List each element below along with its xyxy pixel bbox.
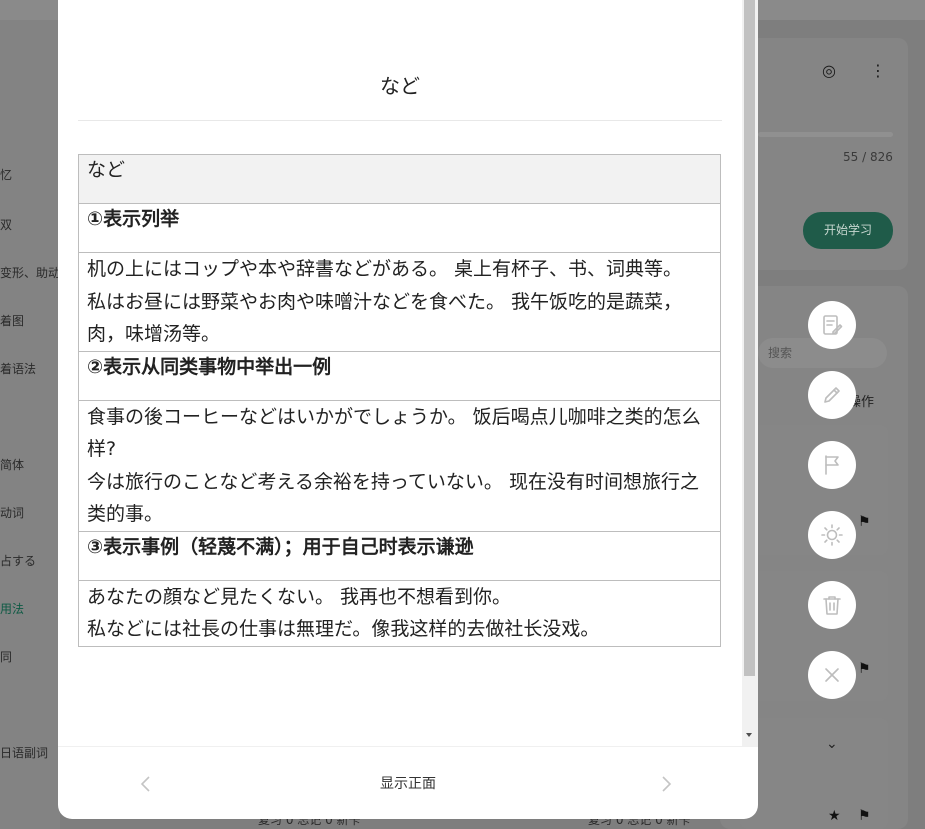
more-vertical-icon[interactable]: ⋮ [870,61,886,80]
example-sentence: あなたの顔など見たくない。 我再也不想看到你。 [87,585,512,608]
target-icon[interactable]: ◎ [822,61,836,80]
footer-divider [58,746,758,747]
flag-icon[interactable]: ⚑ [858,514,871,530]
example-sentence: 今は旅行のことなど考える余裕を持っていない。 现在没有时间想旅行之类的事。 [87,470,699,526]
example-sentence: 食事の後コーヒーなどはいかがでしょうか。 饭后喝点儿咖啡之类的怎么样? [87,405,701,461]
dictionary-entry-table: など ①表示列举 机の上にはコップや本や辞書などがある。 桌上有杯子、书、词典等… [78,154,721,647]
deck-progress-bar [758,132,893,137]
sense-examples: あなたの顔など見たくない。 我再也不想看到你。 私などには社長の仕事は無理だ。像… [78,579,721,647]
previous-card-button[interactable] [136,772,156,796]
sidebar-item[interactable]: 着图 [0,312,24,329]
headword-cell: など [78,154,721,204]
sidebar-item-active[interactable]: 用法 [0,600,24,617]
scroll-down-arrow-icon[interactable] [746,733,752,737]
deck-progress-count: 55 / 826 [843,150,893,164]
sidebar-item[interactable]: 日语副词 [0,744,48,761]
scrollbar-thumb[interactable] [744,0,755,676]
brightness-button[interactable] [808,511,856,559]
sense-examples: 食事の後コーヒーなどはいかがでしょうか。 饭后喝点儿咖啡之类的怎么样? 今は旅行… [78,399,721,532]
flag-icon[interactable]: ⚑ [858,808,871,824]
sense-label: ①表示列举 [78,203,721,253]
card-content[interactable]: など など ①表示列举 机の上にはコップや本や辞書などがある。 桌上有杯子、书、… [58,0,742,746]
sidebar-item[interactable]: 动词 [0,504,24,521]
next-card-button[interactable] [656,772,676,796]
sidebar-item[interactable]: 占する [0,552,36,569]
sidebar-item[interactable]: 忆 [0,166,12,183]
sense-label: ②表示从同类事物中举出一例 [78,350,721,401]
edit-note-button[interactable] [808,301,856,349]
flag-icon [825,455,839,475]
start-study-button[interactable]: 开始学习 [803,212,893,249]
sense-label: ③表示事例（轻蔑不满）；用于自己时表示谦逊 [78,530,721,581]
chevron-down-icon[interactable]: ⌄ [826,736,838,752]
delete-button[interactable] [808,581,856,629]
example-sentence: 机の上にはコップや本や辞書などがある。 桌上有杯子、书、词典等。 [87,258,683,280]
title-divider [78,120,722,121]
card-modal: など など ①表示列举 机の上にはコップや本や辞書などがある。 桌上有杯子、书、… [58,0,758,819]
example-sentence: 私などには社長の仕事は無理だ。像我这样的去做社长没戏。 [87,618,600,640]
star-icon[interactable]: ★ [828,808,841,824]
example-sentence: 私はお昼には野菜やお肉や味噌汁などを食べた。 我午饭吃的是蔬菜，肉，味增汤等。 [87,290,683,346]
pencil-icon [824,387,840,403]
show-front-button[interactable]: 显示正面 [358,773,458,793]
close-button[interactable] [808,651,856,699]
flag-button[interactable] [808,441,856,489]
sidebar-item[interactable]: 着语法 [0,360,36,377]
sidebar-item[interactable]: 简体 [0,456,24,473]
sidebar-item[interactable]: 变形、助动 [0,264,60,281]
brightness-icon [821,524,843,546]
sense-examples: 机の上にはコップや本や辞書などがある。 桌上有杯子、书、词典等。 私はお昼には野… [78,252,721,352]
chevron-right-icon [662,776,672,792]
card-title: など [380,74,420,98]
background-sidebar: 忆 双 变形、助动 着图 着语法 简体 动词 占する 用法 同 日语副词 [0,20,60,829]
content-scrollbar[interactable] [742,0,758,746]
trash-icon [823,596,841,615]
edit-note-icon [823,315,843,335]
flag-icon[interactable]: ⚑ [858,661,871,677]
edit-button[interactable] [808,371,856,419]
sidebar-item[interactable]: 同 [0,648,12,665]
close-icon [825,668,839,682]
chevron-left-icon [140,776,150,792]
sidebar-item[interactable]: 双 [0,216,12,233]
